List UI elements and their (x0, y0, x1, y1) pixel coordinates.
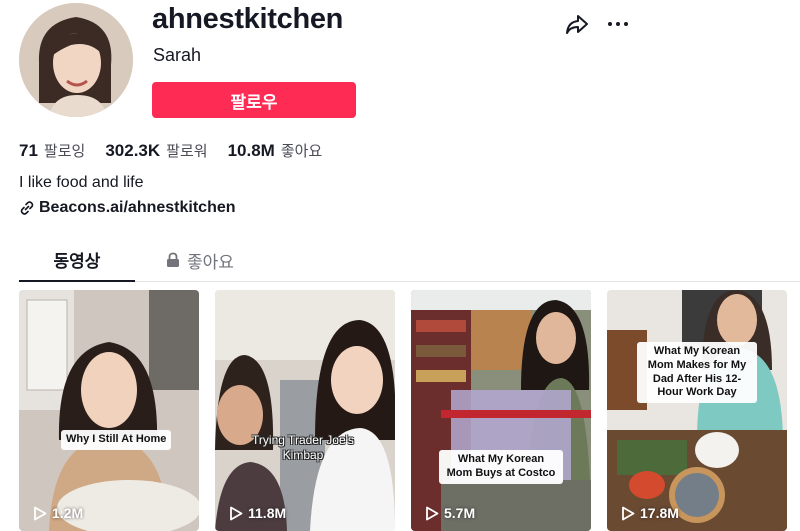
video-views: 17.8M (621, 505, 679, 521)
views-count: 11.8M (248, 505, 287, 521)
profile-stats: 71 팔로잉 302.3K 팔로워 10.8M 좋아요 (19, 140, 342, 161)
stat-value: 302.3K (105, 141, 161, 160)
video-views: 5.7M (425, 505, 475, 521)
profile-link[interactable]: Beacons.ai/ahnestkitchen (19, 199, 236, 217)
views-count: 1.2M (52, 505, 84, 521)
tab-videos-label: 동영상 (53, 251, 101, 272)
video-thumbnail (607, 290, 787, 531)
bio: I like food and life (19, 174, 144, 191)
video-thumbnail (411, 290, 591, 531)
views-count: 5.7M (444, 505, 476, 521)
nickname: Sarah (153, 45, 202, 65)
stat-value: 10.8M (227, 141, 275, 160)
stat-following[interactable]: 71 팔로잉 (19, 140, 85, 161)
stat-label: 팔로잉 (43, 142, 86, 160)
play-icon (230, 506, 243, 520)
video-caption: What My Korean Mom Buys at Costco (439, 450, 563, 484)
tab-videos[interactable]: 동영상 (19, 238, 135, 282)
video-caption: Why I Still At Home (61, 430, 172, 450)
play-icon (426, 506, 439, 520)
share-icon[interactable] (564, 11, 590, 37)
video-thumbnail (215, 290, 395, 531)
video-card[interactable]: Trying Trader Joe's Kimbap 11.8M (215, 290, 395, 531)
stat-label: 팔로워 (166, 142, 208, 160)
video-caption: What My Korean Mom Makes for My Dad Afte… (637, 342, 757, 403)
video-card[interactable]: Why I Still At Home 1.2M (19, 290, 199, 531)
stat-followers[interactable]: 302.3K 팔로워 (105, 140, 207, 161)
video-grid: Why I Still At Home 1.2M Trying Trader J… (19, 290, 800, 531)
video-thumbnail (19, 290, 199, 531)
avatar-image (19, 3, 133, 117)
video-views: 1.2M (33, 505, 83, 521)
follow-button[interactable]: 팔로우 (152, 82, 356, 118)
lock-icon (167, 252, 179, 267)
stat-value: 71 (19, 141, 38, 160)
stat-likes: 10.8M 좋아요 (228, 140, 323, 161)
tab-liked-label: 좋아요 (187, 252, 234, 273)
video-caption: Trying Trader Joe's Kimbap (252, 433, 354, 462)
views-count: 17.8M (640, 505, 679, 521)
play-icon (622, 506, 635, 520)
username: ahnestkitchen (152, 3, 344, 35)
avatar[interactable] (19, 3, 133, 117)
profile-tabs: 동영상 좋아요 (19, 238, 800, 282)
tab-liked[interactable]: 좋아요 (166, 238, 234, 282)
video-card[interactable]: What My Korean Mom Buys at Costco 5.7M (411, 290, 591, 531)
play-icon (34, 506, 47, 520)
video-views: 11.8M (229, 505, 286, 521)
link-text: Beacons.ai/ahnestkitchen (39, 199, 236, 216)
link-icon (20, 201, 34, 215)
more-icon[interactable] (604, 12, 632, 36)
stat-label: 좋아요 (280, 142, 323, 160)
video-card[interactable]: What My Korean Mom Makes for My Dad Afte… (607, 290, 787, 531)
